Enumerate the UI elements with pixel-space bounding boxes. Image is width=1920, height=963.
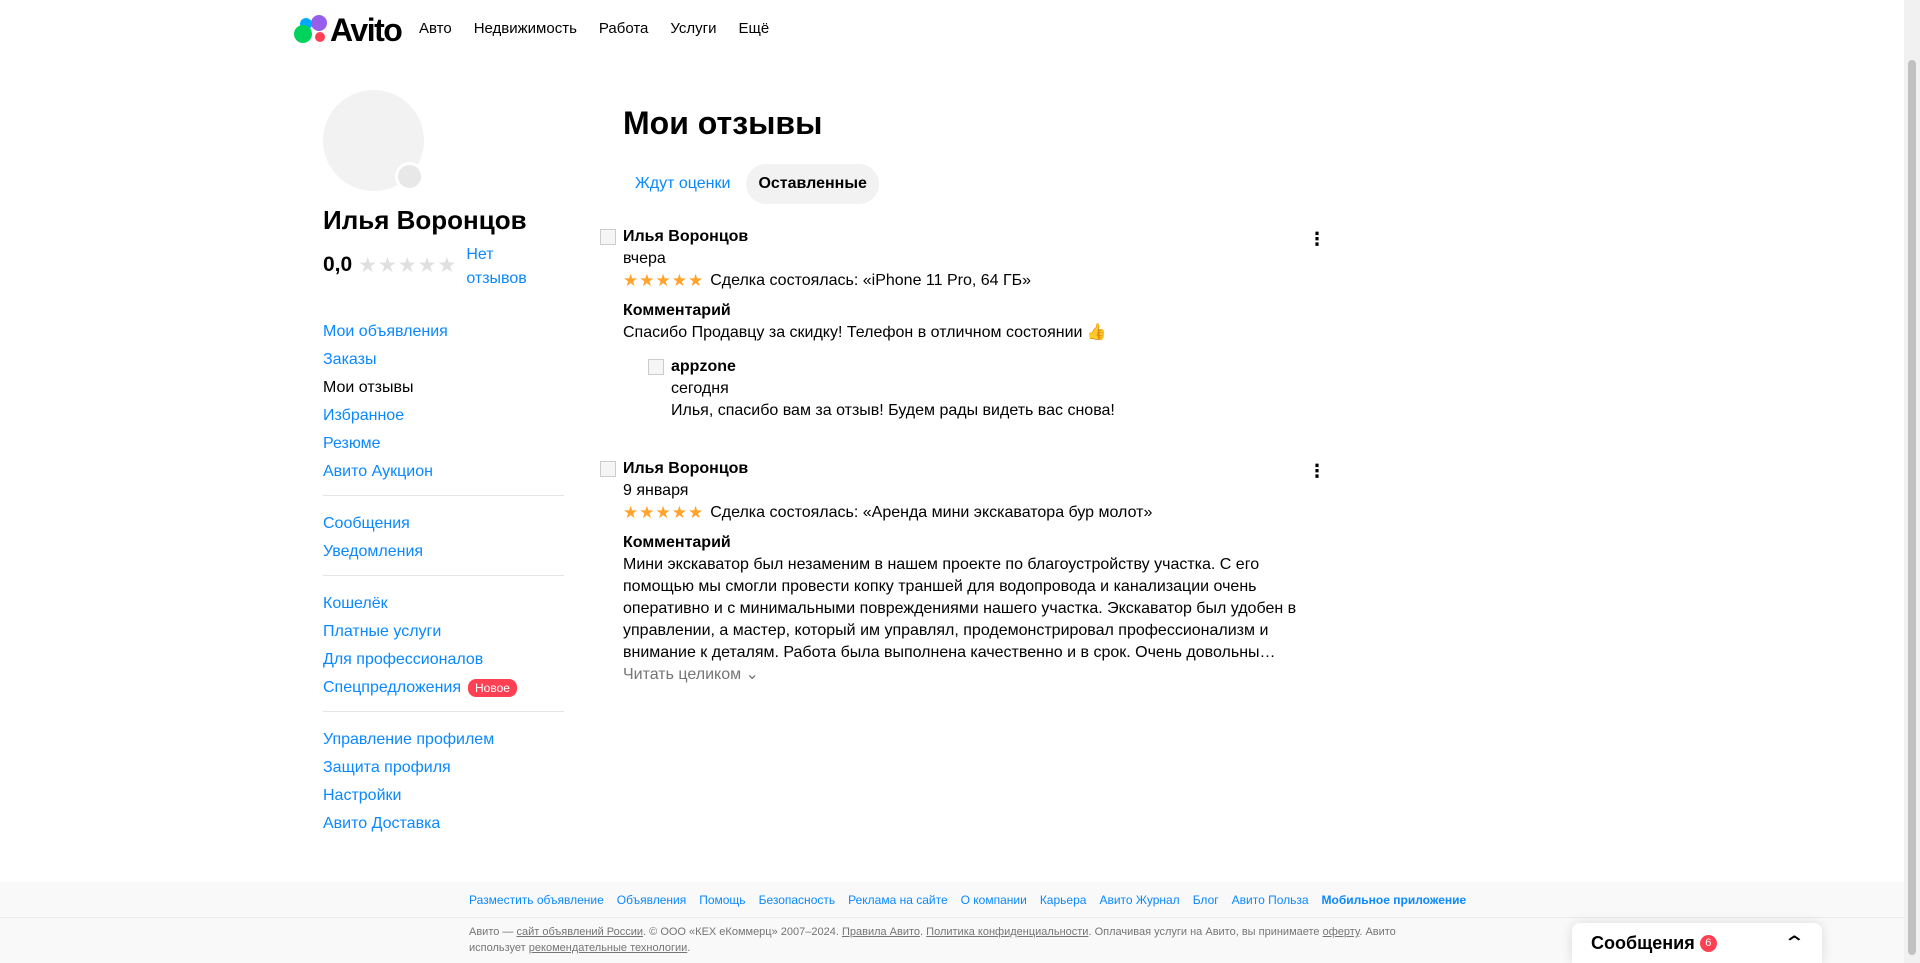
- legal-link-recommendations[interactable]: рекомендательные технологии: [529, 942, 688, 954]
- nav-more[interactable]: Ещё: [739, 20, 770, 37]
- sidebar-item-paid-services[interactable]: Платные услуги: [323, 618, 564, 646]
- footer-link-security[interactable]: Безопасность: [759, 893, 836, 907]
- legal-link-site[interactable]: сайт объявлений России: [516, 926, 643, 938]
- sidebar-item-resume[interactable]: Резюме: [323, 430, 564, 458]
- sidebar-item-settings[interactable]: Настройки: [323, 782, 564, 810]
- review-date: вчера: [623, 250, 666, 267]
- author-avatar-icon: [600, 461, 616, 477]
- seller-reply: appzone сегодня Илья, спасибо вам за отз…: [648, 356, 1323, 422]
- footer-link-ads[interactable]: Объявления: [617, 893, 686, 907]
- review-author[interactable]: Илья Воронцов: [623, 458, 1323, 480]
- page-scrollbar[interactable]: [1904, 0, 1920, 963]
- footer-link-about[interactable]: О компании: [961, 893, 1027, 907]
- sidebar-item-notifications[interactable]: Уведомления: [323, 538, 564, 566]
- review-stars-icon: ★★★★★: [623, 503, 705, 522]
- tab-awaiting[interactable]: Ждут оценки: [623, 164, 742, 204]
- review-stars-icon: ★★★★★: [623, 271, 705, 290]
- legal-link-offer[interactable]: оферту: [1323, 926, 1360, 938]
- comment-heading: Комментарий: [623, 534, 731, 551]
- review-card: ⋮ Илья Воронцов 9 января ★★★★★ Сделка со…: [600, 458, 1326, 698]
- rating-value: 0,0: [323, 253, 353, 276]
- review-card: ⋮ Илья Воронцов вчера ★★★★★ Сделка состо…: [600, 226, 1326, 426]
- legal-text: . Оплачивая услуги на Авито, вы принимае…: [1088, 926, 1323, 938]
- legal-text: .: [687, 942, 691, 954]
- sidebar-item-for-pros[interactable]: Для профессионалов: [323, 646, 564, 674]
- sidebar-item-wallet[interactable]: Кошелёк: [323, 590, 564, 618]
- sidebar-item-auction[interactable]: Авито Аукцион: [323, 458, 564, 486]
- nav-jobs[interactable]: Работа: [599, 20, 649, 37]
- header: Avito Авто Недвижимость Работа Услуги Ещ…: [0, 0, 1904, 60]
- legal-text: Авито —: [469, 926, 517, 938]
- logo-text: Avito: [330, 11, 403, 48]
- sidebar-item-messages[interactable]: Сообщения: [323, 510, 564, 538]
- sidebar-item-profile-management[interactable]: Управление профилем: [323, 726, 564, 754]
- sidebar-group: Мои объявления Заказы Мои отзывы Избранн…: [323, 318, 564, 496]
- footer-link-journal[interactable]: Авито Журнал: [1099, 893, 1179, 907]
- profile-name: Илья Воронцов: [323, 205, 527, 235]
- legal-link-rules[interactable]: Правила Авито: [842, 926, 920, 938]
- footer-link-post-ad[interactable]: Разместить объявление: [469, 893, 604, 907]
- nav-realty[interactable]: Недвижимость: [474, 20, 577, 37]
- reply-body: appzone сегодня Илья, спасибо вам за отз…: [671, 356, 1323, 422]
- avatar-status-icon: [395, 162, 424, 191]
- reply-text: Илья, спасибо вам за отзыв! Будем рады в…: [671, 402, 1115, 419]
- footer-legal: Авито — сайт объявлений России. © ООО «К…: [469, 924, 1419, 956]
- sidebar-group: Управление профилем Защита профиля Настр…: [323, 726, 564, 847]
- sidebar-item-favorites[interactable]: Избранное: [323, 402, 564, 430]
- review-comment: Спасибо Продавцу за скидку! Телефон в от…: [623, 324, 1107, 341]
- footer-link-advertising[interactable]: Реклама на сайте: [848, 893, 948, 907]
- sidebar-item-label: Спецпредложения: [323, 679, 461, 696]
- footer-link-mobile-app[interactable]: Мобильное приложение: [1322, 893, 1467, 907]
- comment-heading: Комментарий: [623, 302, 731, 319]
- review-deal: ★★★★★ Сделка состоялась: «Аренда мини эк…: [623, 502, 1323, 524]
- messenger-count-badge: 6: [1699, 934, 1717, 952]
- tab-left[interactable]: Оставленные: [746, 164, 879, 204]
- logo-dots-icon: [294, 15, 328, 45]
- chevron-up-icon[interactable]: ⌃: [1783, 931, 1806, 956]
- footer-links: Разместить объявление Объявления Помощь …: [469, 893, 1466, 907]
- new-badge: Новое: [468, 679, 517, 697]
- review-tabs: Ждут оценки Оставленные: [623, 164, 879, 204]
- footer-link-blog[interactable]: Блог: [1193, 893, 1219, 907]
- nav-auto[interactable]: Авто: [419, 20, 452, 37]
- legal-link-privacy[interactable]: Политика конфиденциальности: [926, 926, 1088, 938]
- reply-avatar-icon: [648, 359, 664, 375]
- no-reviews-link[interactable]: Нет отзывов: [466, 243, 536, 291]
- footer-link-help[interactable]: Помощь: [699, 893, 745, 907]
- nav-services[interactable]: Услуги: [670, 20, 716, 37]
- review-date: 9 января: [623, 482, 689, 499]
- review-author[interactable]: Илья Воронцов: [623, 226, 1323, 248]
- sidebar-item-orders[interactable]: Заказы: [323, 346, 564, 374]
- messenger-widget[interactable]: Сообщения 6 ⌃: [1572, 923, 1822, 963]
- review-deal: ★★★★★ Сделка состоялась: «iPhone 11 Pro,…: [623, 270, 1323, 292]
- page-title: Мои отзывы: [623, 105, 823, 141]
- rating-stars-icon: ★★★★★: [358, 254, 458, 277]
- avito-logo[interactable]: Avito: [294, 10, 403, 50]
- footer-link-benefit[interactable]: Авито Польза: [1232, 893, 1309, 907]
- profile-rating: 0,0 ★★★★★ Нет отзывов: [323, 243, 536, 291]
- sidebar-item-delivery[interactable]: Авито Доставка: [323, 810, 564, 838]
- footer-divider: [0, 917, 1904, 918]
- footer-link-career[interactable]: Карьера: [1040, 893, 1087, 907]
- reply-author[interactable]: appzone: [671, 356, 1323, 378]
- legal-text: . © ООО «КЕХ еКоммерц» 2007–2024.: [643, 926, 842, 938]
- sidebar-menu: Мои объявления Заказы Мои отзывы Избранн…: [323, 318, 564, 861]
- scrollbar-thumb[interactable]: [1908, 60, 1916, 955]
- review-comment: Мини экскаватор был незаменим в нашем пр…: [623, 556, 1297, 661]
- sidebar-item-my-ads[interactable]: Мои объявления: [323, 318, 564, 346]
- sidebar-group: Кошелёк Платные услуги Для профессионало…: [323, 590, 564, 712]
- author-avatar-icon: [600, 229, 616, 245]
- review-body: Илья Воронцов вчера ★★★★★ Сделка состоял…: [623, 226, 1323, 422]
- sidebar-group: Сообщения Уведомления: [323, 510, 564, 576]
- reply-date: сегодня: [671, 380, 729, 397]
- sidebar-item-special-offers[interactable]: Спецпредложения Новое: [323, 674, 564, 702]
- read-more-link[interactable]: Читать целиком ⌄: [623, 664, 1323, 686]
- review-body: Илья Воронцов 9 января ★★★★★ Сделка сост…: [623, 458, 1323, 686]
- review-deal-text: Сделка состоялась: «iPhone 11 Pro, 64 ГБ…: [710, 272, 1032, 289]
- top-nav: Авто Недвижимость Работа Услуги Ещё: [419, 20, 769, 37]
- sidebar-item-my-reviews[interactable]: Мои отзывы: [323, 374, 564, 402]
- messenger-title: Сообщения: [1591, 932, 1695, 953]
- sidebar-item-profile-protection[interactable]: Защита профиля: [323, 754, 564, 782]
- review-deal-text: Сделка состоялась: «Аренда мини экскават…: [710, 504, 1153, 521]
